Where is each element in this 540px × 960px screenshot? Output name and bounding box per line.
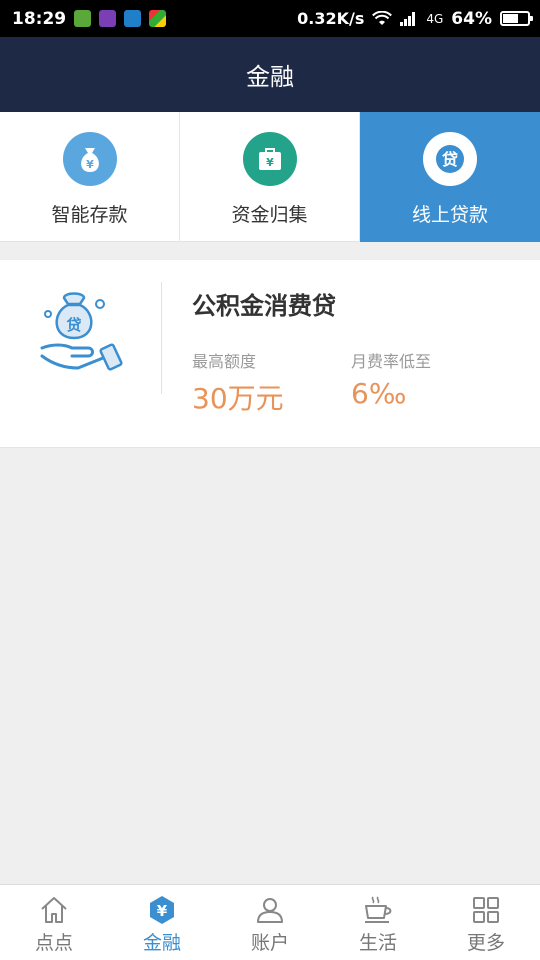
category-smart-deposit[interactable]: ¥ 智能存款 [0, 112, 180, 242]
svg-text:¥: ¥ [86, 158, 94, 171]
nav-item-more[interactable]: 更多 [432, 885, 540, 960]
card-divider [161, 282, 162, 394]
grid-icon [473, 897, 499, 923]
net-speed: 0.32K/s [297, 9, 365, 28]
app-notification-icon [124, 10, 142, 27]
bottom-nav: 点点 ¥ 金融 账户 生活 更多 [0, 884, 540, 960]
category-tabs: ¥ 智能存款 ¥ 资金归集 贷 线上贷款 [0, 112, 540, 242]
svg-text:¥: ¥ [266, 156, 274, 169]
page-header: 金融 [0, 37, 540, 112]
nav-item-diandian[interactable]: 点点 [0, 885, 108, 960]
app-notification-icon [74, 10, 92, 27]
app-notification-icon [99, 10, 117, 27]
battery-icon [500, 11, 533, 26]
category-online-loan[interactable]: 贷 线上贷款 [360, 112, 540, 242]
monthly-rate-value: 6‰ [351, 377, 407, 410]
category-label: 线上贷款 [411, 204, 488, 226]
category-label: 资金归集 [231, 204, 308, 226]
max-amount-value: 30万元 [192, 382, 284, 415]
max-amount-label: 最高额度 [192, 352, 257, 371]
battery-percent: 64% [451, 8, 492, 29]
nav-item-life[interactable]: 生活 [324, 885, 432, 960]
nav-label: 更多 [466, 932, 505, 954]
loan-product-card[interactable]: 贷 公积金消费贷 最高额度 30万元 月费率低至 6‰ [0, 260, 540, 448]
signal-icon [400, 11, 416, 26]
svg-text:贷: 贷 [66, 316, 81, 334]
svg-text:贷: 贷 [442, 150, 458, 169]
page-title: 金融 [246, 63, 294, 91]
category-fund-collection[interactable]: ¥ 资金归集 [180, 112, 360, 242]
category-label: 智能存款 [51, 204, 128, 226]
monthly-rate-label: 月费率低至 [351, 352, 432, 371]
network-type: 4G [426, 11, 444, 26]
status-time: 18:29 [12, 8, 67, 29]
coffee-cup-icon [365, 896, 392, 923]
nav-label: 金融 [142, 932, 181, 954]
wifi-icon [372, 10, 393, 25]
nav-label: 生活 [358, 932, 397, 954]
user-icon [257, 898, 283, 923]
finance-hex-icon: ¥ [150, 896, 174, 924]
briefcase-yen-icon: ¥ [242, 132, 297, 186]
nav-item-account[interactable]: 账户 [216, 885, 324, 960]
nav-label: 账户 [250, 932, 289, 954]
nav-item-finance[interactable]: ¥ 金融 [108, 885, 216, 960]
loan-title: 公积金消费贷 [192, 292, 336, 320]
hand-money-bag-icon: 贷 [40, 292, 123, 371]
money-bag-icon: ¥ [62, 132, 117, 186]
status-bar: 18:29 0.32K/s 4G 64% [0, 0, 540, 37]
home-icon [41, 897, 67, 923]
svg-text:¥: ¥ [157, 902, 168, 920]
nav-label: 点点 [34, 932, 73, 954]
app-notification-icon [149, 10, 167, 27]
loan-icon: 贷 [423, 132, 477, 186]
